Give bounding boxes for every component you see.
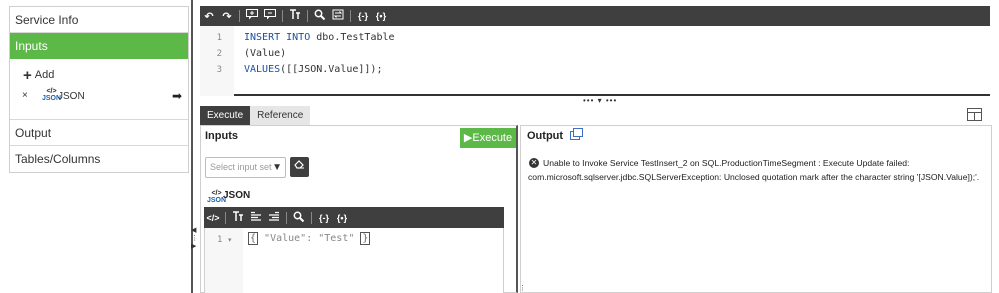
sql-code-editor[interactable]: 1 2 3 INSERT INTO dbo.TestTable (Value) …	[200, 26, 990, 96]
output-pane: Output ✕ Unable to Invoke Service TestIn…	[520, 125, 992, 293]
inputs-panel: + Add × </> JSON JSON ➡	[10, 59, 188, 120]
sidebar-collapse-handle[interactable]: ◀ ⋮ ▶	[191, 226, 198, 250]
remove-comment-icon[interactable]	[261, 9, 279, 23]
input-set-select[interactable]: Select input set ▼	[205, 157, 286, 178]
search-icon[interactable]	[290, 211, 308, 225]
line-number: 3	[216, 65, 222, 75]
redo-icon[interactable]: ↷	[218, 10, 236, 23]
sidebar-item-tables-columns[interactable]: Tables/Columns	[10, 146, 188, 172]
error-icon: ✕	[529, 158, 539, 168]
sql-keyword: VALUES	[244, 64, 281, 75]
line-number: 1	[216, 33, 222, 43]
toolbar-separator	[350, 10, 351, 22]
text-size-icon[interactable]	[286, 9, 304, 23]
line-number-gutter	[205, 228, 243, 293]
vertical-splitter-handle[interactable]: ••• ▾ •••	[583, 96, 617, 105]
error-message-line2: com.microsoft.sqlserver.jdbc.SQLServerEx…	[528, 172, 980, 182]
format-braces-icon[interactable]: {•}	[333, 213, 351, 223]
tab-bar: Execute Reference	[200, 106, 311, 125]
code-text: dbo.TestTable	[310, 32, 395, 43]
remove-input-icon[interactable]: ×	[22, 90, 28, 101]
align-left-icon[interactable]	[247, 211, 265, 225]
undo-icon[interactable]: ↶	[200, 10, 218, 23]
fold-arrow-icon[interactable]: ▾	[228, 236, 232, 244]
select-placeholder: Select input set	[210, 162, 272, 172]
inputs-pane-title: Inputs	[205, 130, 238, 142]
wrap-braces-icon[interactable]: {-}	[354, 11, 372, 21]
toolbar-separator	[239, 10, 240, 22]
replace-icon[interactable]	[329, 9, 347, 23]
sql-keyword: INSERT INTO	[244, 32, 311, 43]
close-brace: }	[360, 232, 371, 245]
toolbar-separator	[225, 211, 226, 224]
code-text: ([[JSON.Value]]);	[280, 64, 383, 75]
input-name: JSON	[58, 91, 85, 102]
pane-resize-handle[interactable]: ⋮	[519, 284, 526, 292]
open-brace: {	[248, 232, 259, 245]
json-text: "Value": "Test"	[258, 233, 361, 244]
json-editor-toolbar: </> {-} {•}	[204, 207, 504, 228]
search-icon[interactable]	[311, 9, 329, 23]
tab-reference[interactable]: Reference	[250, 106, 311, 125]
code-line: VALUES([[JSON.Value]]);	[244, 64, 382, 75]
code-view-icon[interactable]: </>	[204, 213, 222, 223]
code-text: (Value)	[244, 48, 287, 59]
code-line: INSERT INTO dbo.TestTable	[244, 32, 395, 43]
popout-icon[interactable]	[570, 128, 583, 140]
add-label: Add	[34, 69, 55, 81]
text-size-icon[interactable]	[229, 210, 247, 225]
json-code-line: { "Value": "Test" }	[248, 232, 371, 245]
sidebar-item-output[interactable]: Output	[10, 120, 188, 146]
toolbar-separator	[311, 211, 312, 224]
input-list-item[interactable]: × </> JSON JSON ➡	[22, 88, 182, 106]
json-input-editor[interactable]: 1 ▾ { "Value": "Test" }	[204, 228, 504, 293]
json-input-label: JSON	[223, 190, 251, 201]
arrow-right-icon[interactable]: ➡	[172, 89, 182, 103]
insert-comment-icon[interactable]	[243, 9, 261, 23]
dropdown-caret-icon: ▼	[272, 162, 282, 173]
add-input-button[interactable]: + Add	[23, 67, 54, 84]
code-line: (Value)	[244, 48, 286, 59]
execute-label: Execute	[472, 132, 513, 144]
eraser-icon	[294, 160, 304, 169]
line-number: 1	[217, 235, 223, 245]
sidebar: Service Info Inputs + Add × </> JSON JSON …	[9, 6, 189, 173]
sidebar-item-inputs[interactable]: Inputs	[10, 33, 188, 59]
execute-button[interactable]: ▶Execute	[460, 128, 516, 148]
error-message-line1: Unable to Invoke Service TestInsert_2 on…	[543, 158, 910, 168]
code-editor-toolbar: ↶ ↷ {-} {•}	[200, 6, 990, 26]
line-number: 2	[216, 49, 222, 59]
format-braces-icon[interactable]: {•}	[372, 11, 390, 21]
wrap-braces-icon[interactable]: {-}	[315, 213, 333, 223]
toolbar-separator	[282, 10, 283, 22]
clear-input-button[interactable]	[290, 157, 309, 177]
layout-toggle-icon[interactable]	[967, 108, 982, 121]
plus-icon: +	[23, 67, 32, 84]
output-pane-title: Output	[527, 130, 564, 142]
sidebar-item-service-info[interactable]: Service Info	[10, 7, 188, 33]
toolbar-separator	[286, 211, 287, 224]
align-right-icon[interactable]	[265, 211, 283, 225]
tab-execute[interactable]: Execute	[200, 106, 251, 125]
toolbar-separator	[307, 10, 308, 22]
